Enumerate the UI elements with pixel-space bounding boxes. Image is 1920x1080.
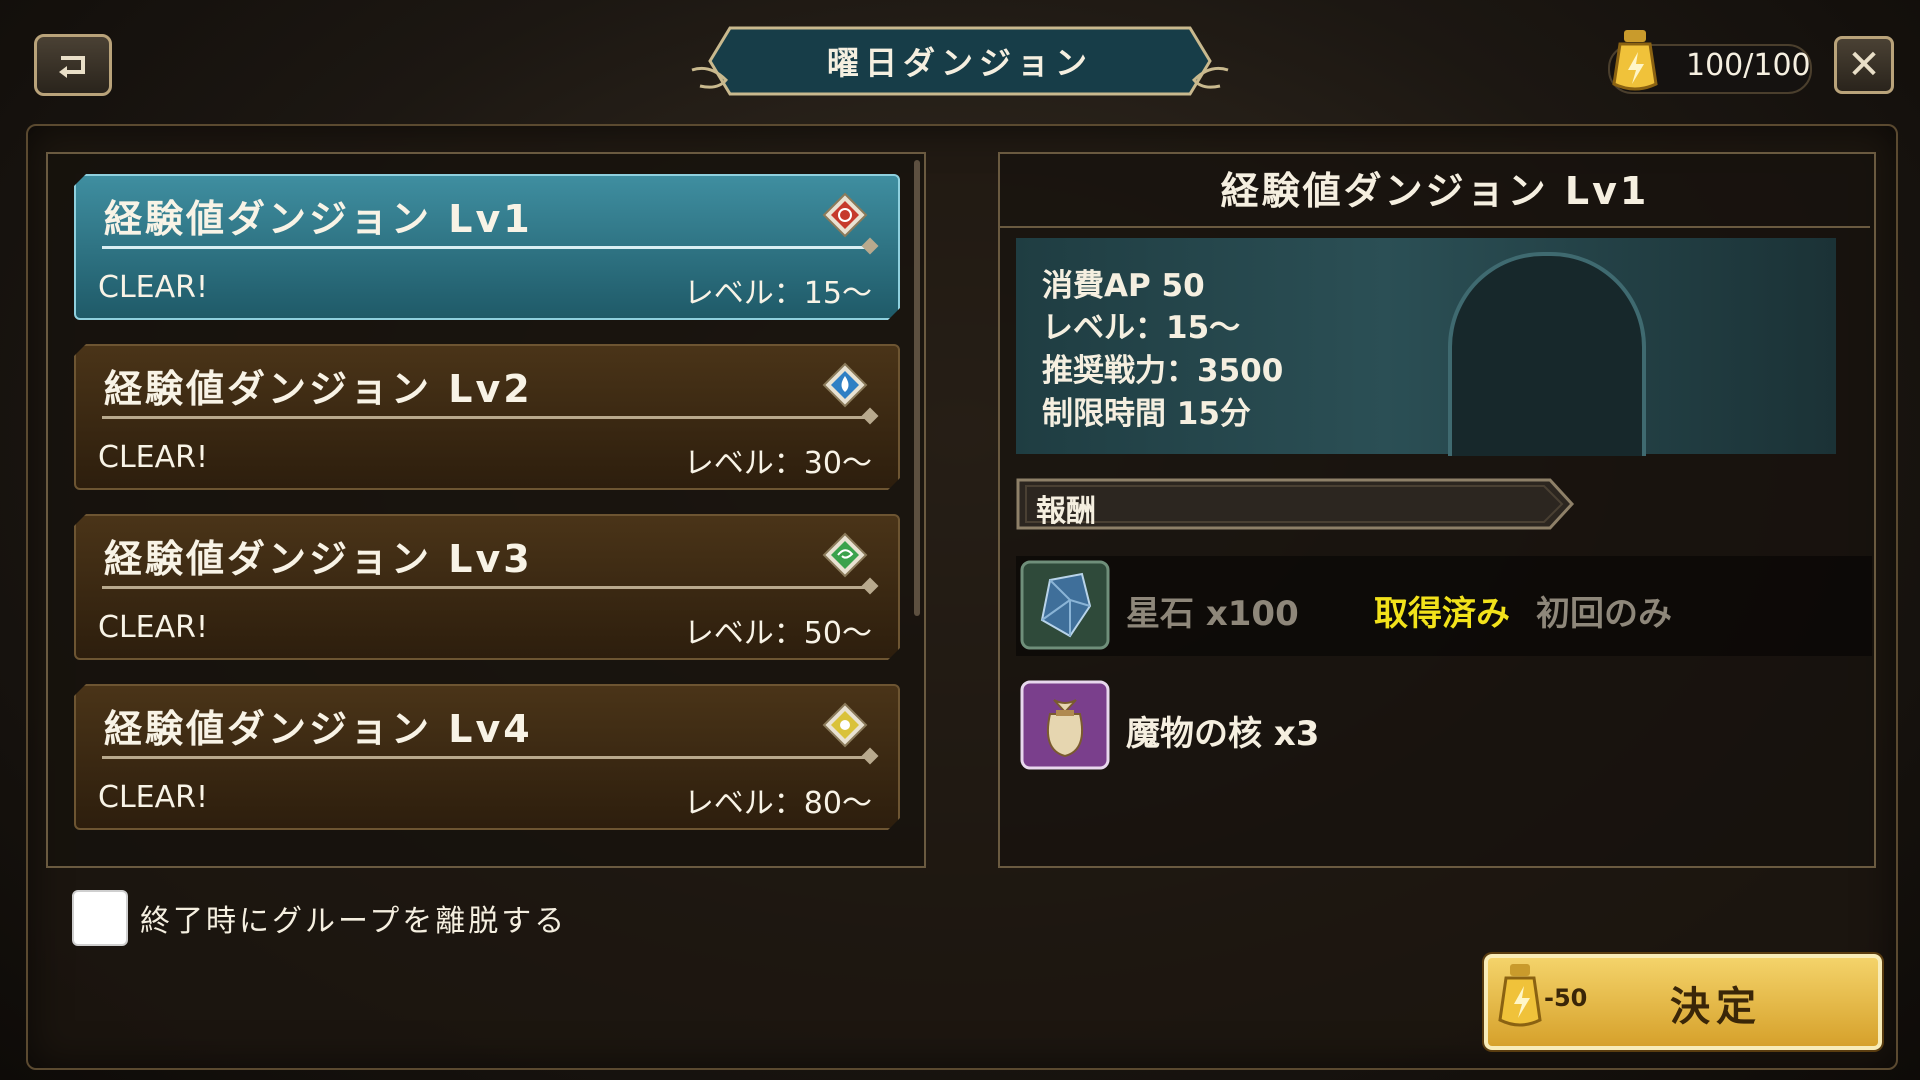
light-element-icon [822, 702, 868, 748]
page-title: 曜日ダンジョン [826, 44, 1093, 82]
divider-end [862, 408, 879, 425]
back-button[interactable] [34, 34, 112, 96]
decide-label: 決定 [1670, 984, 1762, 1030]
divider [102, 586, 872, 589]
divider [102, 756, 872, 759]
close-button[interactable]: ✕ [1834, 36, 1894, 94]
dungeon-item-lv1[interactable]: 経験値ダンジョン Lv1 CLEAR! レベル：15〜 [74, 174, 900, 320]
decide-ap-cost: -50 [1544, 984, 1588, 1012]
reward-name: 魔物の核 x3 [1126, 714, 1320, 754]
detail-divider [1000, 226, 1870, 228]
clear-status: CLEAR! [98, 270, 209, 305]
acquired-badge: 取得済み [1374, 594, 1510, 634]
divider-end [862, 578, 879, 595]
dungeon-item-lv3[interactable]: 経験値ダンジョン Lv3 CLEAR! レベル：50〜 [74, 514, 900, 660]
ap-potion-icon [1612, 30, 1658, 91]
divider-end [862, 238, 879, 255]
ap-potion-icon [1498, 964, 1542, 1027]
dungeon-item-lv2[interactable]: 経験値ダンジョン Lv2 CLEAR! レベル：30〜 [74, 344, 900, 490]
reward-label: 報酬 [1036, 494, 1096, 529]
recommended-power: 推奨戦力：3500 [1042, 353, 1284, 389]
reward-header-plate [1016, 478, 1575, 530]
divider-end [862, 748, 879, 765]
dungeon-name: 経験値ダンジョン Lv2 [104, 367, 533, 411]
return-arrow-icon [59, 56, 85, 78]
reward-name: 星石 x100 [1126, 594, 1299, 634]
time-limit: 制限時間 15分 [1042, 396, 1251, 432]
ap-value: 100/100 [1686, 48, 1811, 83]
wind-element-icon [822, 532, 868, 578]
required-level: レベル：30〜 [683, 446, 872, 481]
dungeon-item-lv4[interactable]: 経験値ダンジョン Lv4 CLEAR! レベル：80〜 [74, 684, 900, 830]
first-time-only-note: 初回のみ [1536, 594, 1672, 634]
dungeon-arch-background [1448, 252, 1646, 456]
divider [102, 416, 872, 419]
monster-core-bag-icon [1020, 680, 1110, 770]
list-scrollbar[interactable] [914, 160, 920, 616]
required-level: レベル：15〜 [683, 276, 872, 311]
dungeon-name: 経験値ダンジョン Lv3 [104, 537, 533, 581]
fire-element-icon [822, 192, 868, 238]
ap-cost: 消費AP 50 [1042, 268, 1205, 304]
divider [102, 246, 872, 249]
leave-group-label: 終了時にグループを離脱する [140, 904, 568, 939]
clear-status: CLEAR! [98, 610, 209, 645]
title-plate: 曜日ダンジョン [690, 24, 1230, 98]
clear-status: CLEAR! [98, 780, 209, 815]
clear-status: CLEAR! [98, 440, 209, 475]
leave-group-checkbox[interactable] [72, 890, 128, 946]
dungeon-name: 経験値ダンジョン Lv4 [104, 707, 533, 751]
water-element-icon [822, 362, 868, 408]
required-level: レベル：80〜 [683, 786, 872, 821]
dungeon-name: 経験値ダンジョン Lv1 [104, 197, 533, 241]
level-requirement: レベル：15〜 [1042, 310, 1241, 346]
required-level: レベル：50〜 [683, 616, 872, 651]
close-icon: ✕ [1847, 42, 1881, 88]
detail-title: 経験値ダンジョン Lv1 [1220, 169, 1650, 213]
star-stone-icon [1020, 560, 1110, 650]
